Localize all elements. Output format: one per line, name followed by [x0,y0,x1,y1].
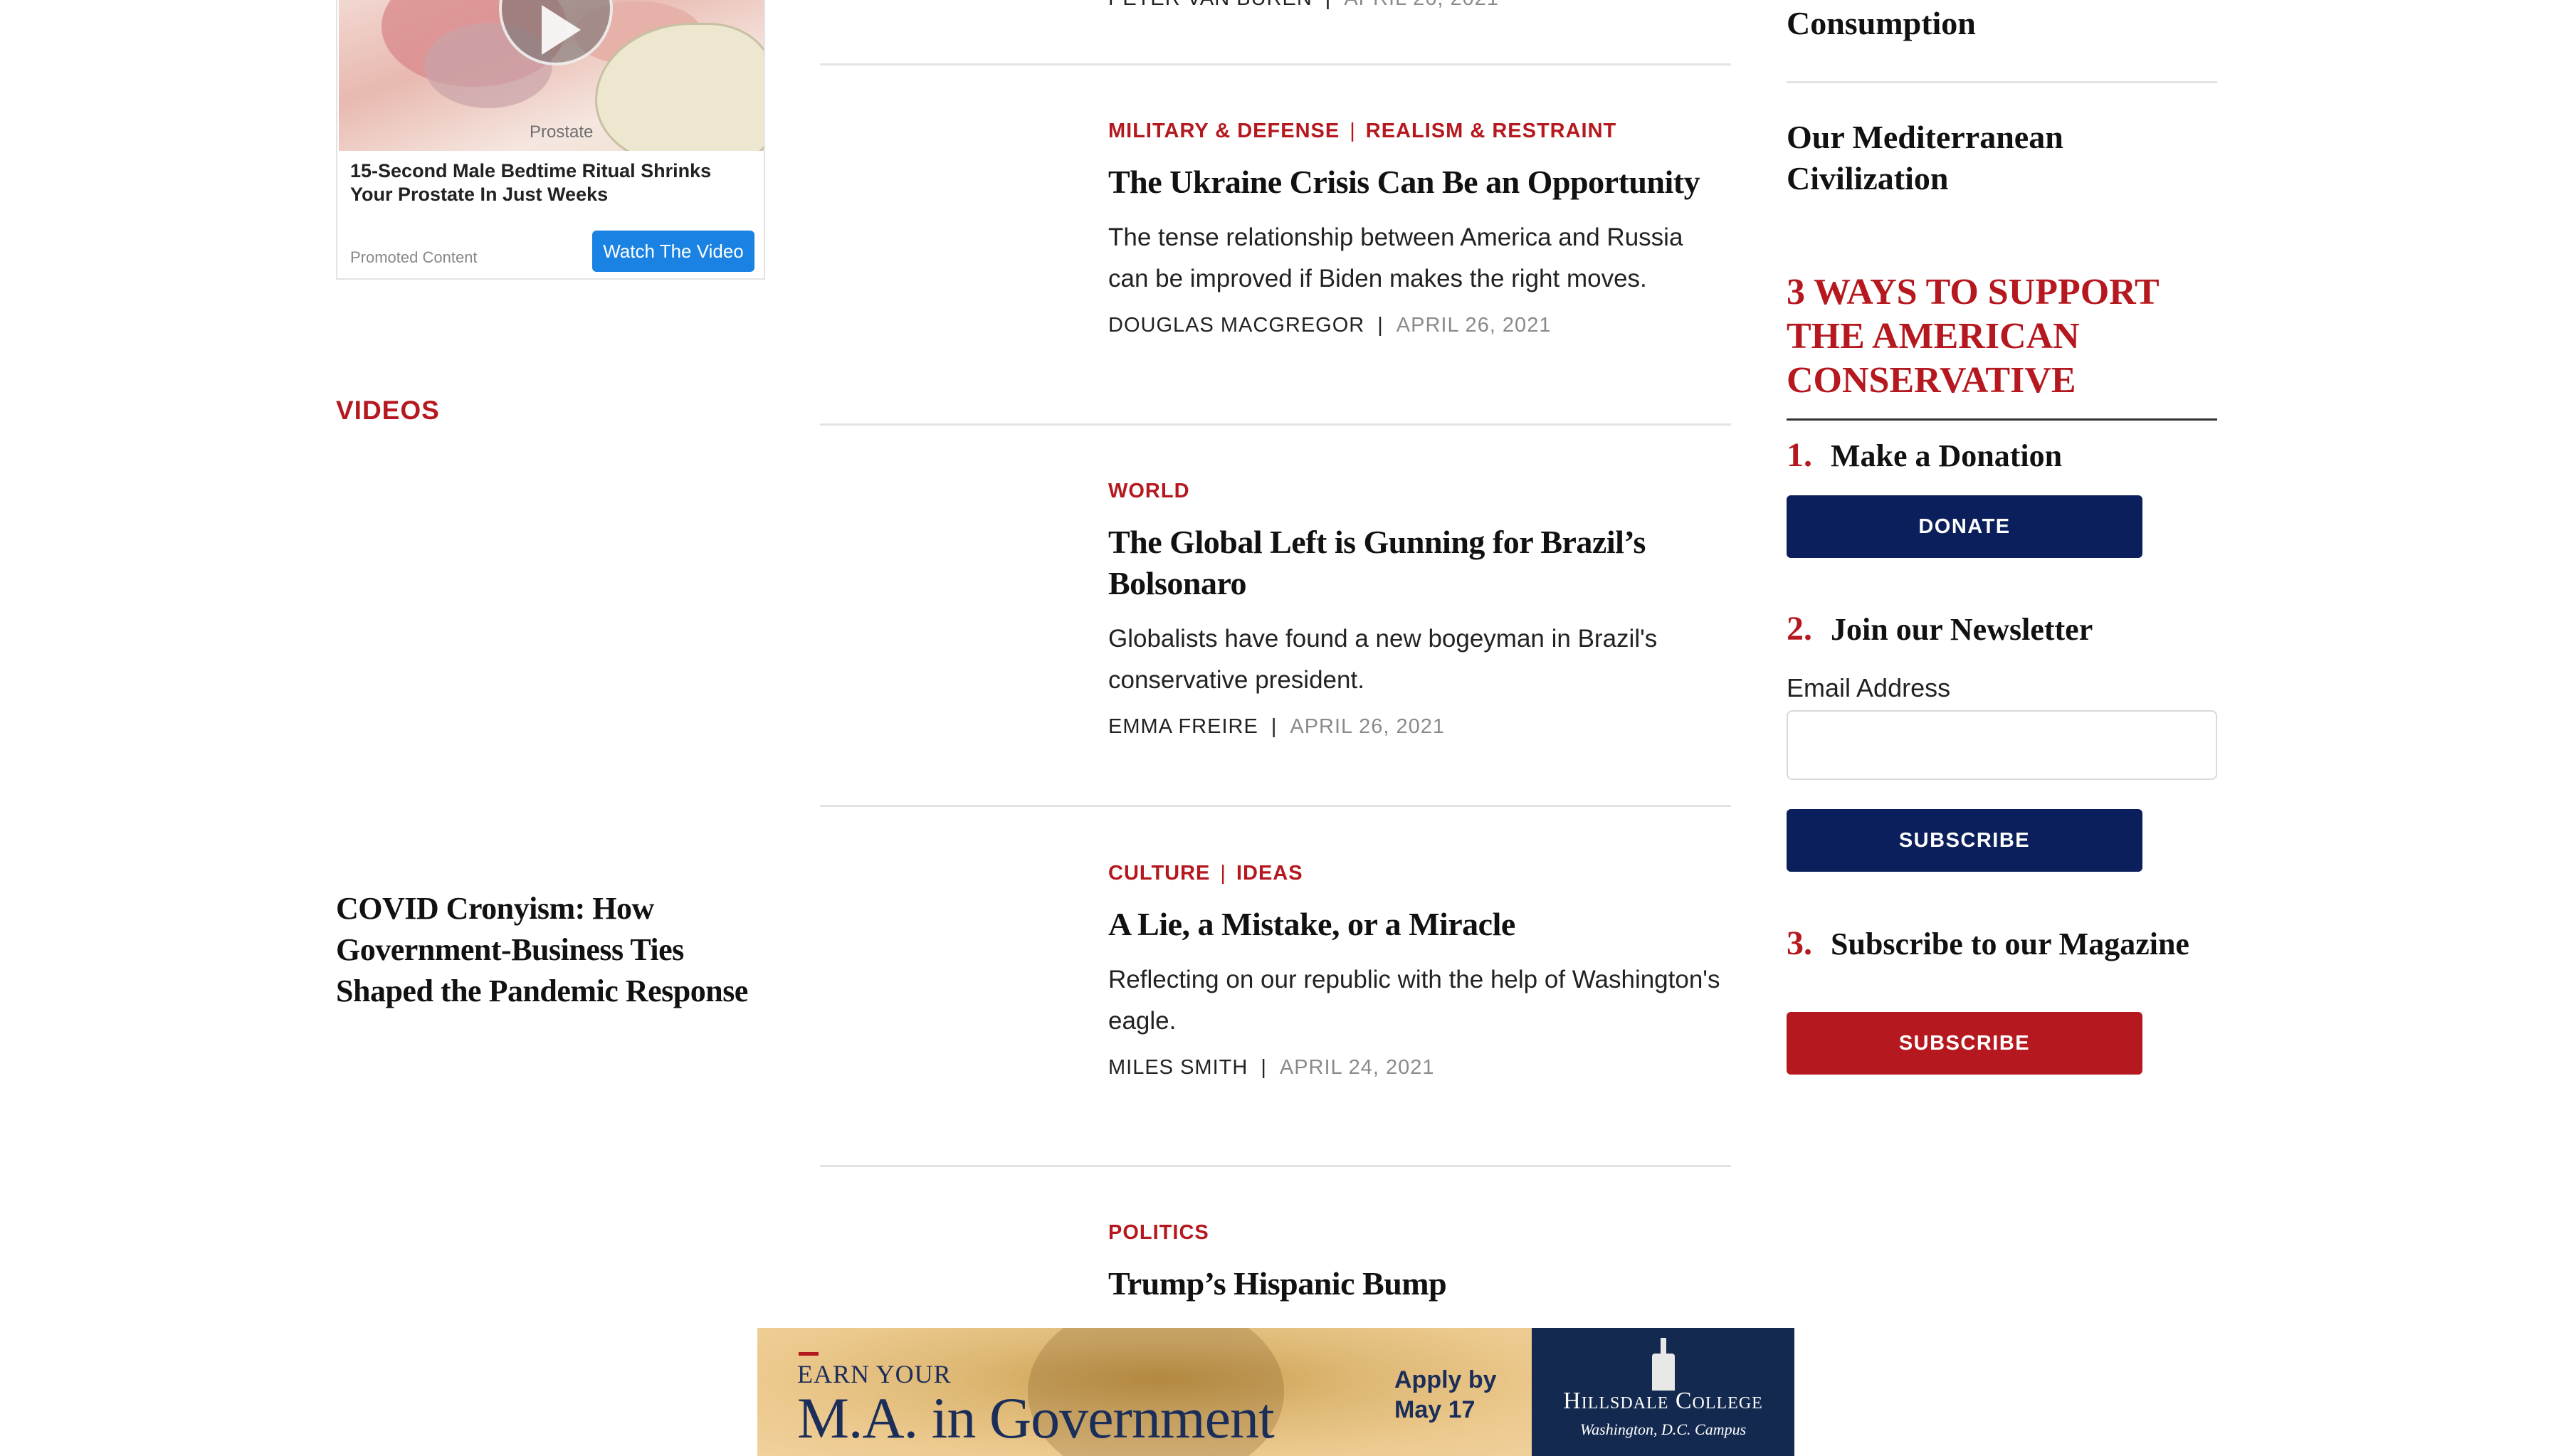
sidebar-article-link[interactable]: Our Mediterranean Civilization [1787,117,2128,199]
article-author[interactable]: PETER VAN BUREN [1108,0,1313,10]
ad-image-label: Prostate [530,122,594,142]
article-dek: The tense relationship between America a… [1108,223,1683,292]
category-link[interactable]: IDEAS [1236,862,1303,885]
article-title-link[interactable]: Trump’s Hispanic Bump [1108,1263,1727,1304]
support-step-newsletter: 2. Join our Newsletter [1787,609,2093,648]
article-categories: MILITARY & DEFENSE | REALISM & RESTRAINT [1108,120,1617,142]
article-divider [820,423,1731,426]
article-title-link[interactable]: A Lie, a Mistake, or a Miracle [1108,904,1727,945]
step-number: 3. [1787,924,1812,962]
article-date: APRIL 24, 2021 [1279,1056,1435,1079]
promoted-content-label: Promoted Content [350,248,478,266]
step-number: 1. [1787,436,1812,474]
article-title-link[interactable]: The Ukraine Crisis Can Be an Opportunity [1108,162,1727,203]
banner-ad-image[interactable]: EARN YOUR M.A. in Government Apply by Ma… [757,1328,1532,1456]
banner-apply-text: Apply by May 17 [1394,1366,1497,1423]
category-link[interactable]: REALISM & RESTRAINT [1366,120,1617,142]
article-date: APRIL 26, 2021 [1290,715,1446,738]
ad-headline[interactable]: 15-Second Male Bedtime Ritual Shrinks Yo… [350,159,749,206]
support-divider [1787,418,2217,421]
article-author[interactable]: DOUGLAS MACGREGOR [1108,314,1364,337]
step-label: Subscribe to our Magazine [1831,927,2189,961]
magazine-subscribe-button[interactable]: SUBSCRIBE [1787,1012,2142,1075]
article-dek: Reflecting on our republic with the help… [1108,966,1720,1035]
article-item: WORLD The Global Left is Gunning for Bra… [1108,480,1727,739]
article-byline: EMMA FREIRE | APRIL 26, 2021 [1108,715,1446,738]
banner-college-panel[interactable]: Hillsdale College Washington, D.C. Campu… [1532,1328,1794,1456]
step-label: Join our Newsletter [1831,612,2093,647]
article-byline: DOUGLAS MACGREGOR | APRIL 26, 2021 [1108,314,1552,337]
support-step-donate: 1. Make a Donation [1787,436,2062,475]
sidebar-divider [1787,81,2217,83]
donate-button[interactable]: DONATE [1787,495,2142,558]
ad-image[interactable]: Prostate [339,0,764,151]
article-categories: WORLD [1108,480,1727,503]
support-heading: 3 WAYS TO SUPPORT THE AMERICAN CONSERVAT… [1787,272,2159,401]
article-categories: CULTURE | IDEAS [1108,862,1303,885]
article-item: MILITARY & DEFENSE | REALISM & RESTRAINT T… [1108,120,1727,337]
category-link[interactable]: WORLD [1108,480,1190,502]
category-link[interactable]: CULTURE [1108,862,1210,885]
article-divider [820,63,1731,65]
category-link[interactable]: MILITARY & DEFENSE [1108,120,1340,142]
article-author[interactable]: MILES SMITH [1108,1056,1248,1079]
video-title-link[interactable]: COVID Cronyism: How Government-Business … [336,888,749,1012]
college-building-icon [1649,1338,1678,1391]
email-field[interactable] [1787,710,2217,780]
article-dek: Globalists have found a new bogeyman in … [1108,625,1658,694]
article-title-link[interactable]: The Global Left is Gunning for Brazil’s … [1108,522,1727,604]
step-label: Make a Donation [1831,438,2063,473]
banner-degree-text: M.A. in Government [797,1386,1275,1450]
article-item: POLITICS Trump’s Hispanic Bump [1108,1221,1727,1304]
email-label: Email Address [1787,673,1951,702]
article-divider [820,805,1731,807]
category-link[interactable]: POLITICS [1108,1221,1209,1244]
step-number: 2. [1787,610,1812,648]
support-step-magazine: 3. Subscribe to our Magazine [1787,924,2189,963]
sidebar-article-link[interactable]: Consumption [1787,3,2228,44]
newsletter-subscribe-button[interactable]: SUBSCRIBE [1787,809,2142,872]
article-item: CULTURE | IDEAS A Lie, a Mistake, or a Mir… [1108,862,1727,1080]
banner-campus-text: Washington, D.C. Campus [1579,1420,1747,1438]
videos-heading: VIDEOS [336,396,440,425]
banner-college-name: Hillsdale College [1563,1388,1763,1414]
article-date: APRIL 26, 2021 [1344,0,1499,10]
watch-video-button[interactable]: Watch The Video [592,231,754,272]
promoted-ad[interactable]: Prostate 15-Second Male Bedtime Ritual S… [336,0,765,280]
article-byline: PETER VAN BUREN|APRIL 26, 2021 [1108,0,1499,11]
article-divider [820,1165,1731,1167]
article-byline: MILES SMITH | APRIL 24, 2021 [1108,1056,1435,1079]
banner-ad[interactable]: EARN YOUR M.A. in Government Apply by Ma… [757,1328,1794,1456]
article-author[interactable]: EMMA FREIRE [1108,715,1258,738]
article-date: APRIL 26, 2021 [1396,314,1552,337]
article-categories: POLITICS [1108,1221,1727,1245]
